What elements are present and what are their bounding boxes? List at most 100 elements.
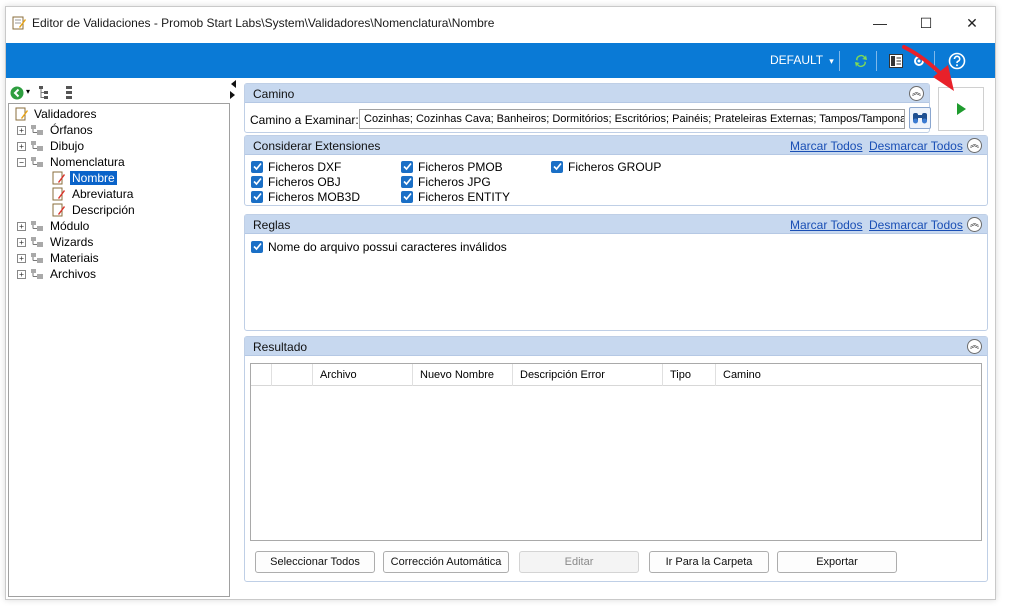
result-grid-header: Archivo Nuevo Nombre Descripción Error T… (251, 364, 981, 386)
checkbox-pmob[interactable]: Ficheros PMOB (401, 159, 503, 174)
result-header: Resultado ︽ (245, 337, 987, 356)
tree-item-nombre[interactable]: Nombre (51, 170, 117, 186)
path-label: Camino a Examinar: (250, 113, 359, 127)
folder-tree-icon (31, 253, 43, 263)
chevron-up-icon[interactable]: ︽ (967, 339, 982, 354)
mark-all-rules-link[interactable]: Marcar Todos (790, 218, 862, 232)
expand-icon[interactable]: + (17, 253, 26, 263)
app-icon (12, 16, 26, 30)
column-camino[interactable]: Camino (715, 364, 981, 386)
maximize-button[interactable]: ☐ (903, 7, 949, 39)
refresh-icon (855, 55, 867, 67)
column-descripcion-error[interactable]: Descripción Error (512, 364, 662, 386)
chevron-up-icon[interactable]: ︽ (909, 86, 924, 101)
tree-item-modulo[interactable]: + Módulo (17, 218, 91, 234)
path-input[interactable]: Cozinhas; Cozinhas Cava; Banheiros; Dorm… (359, 109, 905, 129)
close-button[interactable]: ✕ (949, 7, 995, 39)
validation-editor-window: Editor de Validaciones - Promob Start La… (5, 6, 996, 600)
title-bar: Editor de Validaciones - Promob Start La… (6, 7, 995, 39)
auto-fix-button[interactable]: Corrección Automática (383, 551, 509, 573)
checkbox-jpg[interactable]: Ficheros JPG (401, 174, 491, 189)
checkbox-obj[interactable]: Ficheros OBJ (251, 174, 341, 189)
checkbox-invalid-characters[interactable]: Nome do arquivo possui caracteres inváli… (251, 239, 507, 254)
tree-expand-icon[interactable] (38, 85, 52, 101)
expand-icon[interactable]: + (17, 269, 26, 279)
column-tipo[interactable]: Tipo (662, 364, 715, 386)
tree-collapse-icon[interactable] (64, 85, 74, 101)
folder-tree-icon (31, 157, 43, 167)
tree-toolbar: ▾ (8, 83, 240, 103)
checkbox-dxf[interactable]: Ficheros DXF (251, 159, 341, 174)
column-nuevo-nombre[interactable]: Nuevo Nombre (412, 364, 512, 386)
panel-collapse-handle[interactable] (228, 79, 238, 101)
checkmark-icon (251, 160, 263, 173)
expand-icon[interactable]: + (17, 125, 26, 135)
toolbar-separator (839, 51, 840, 71)
export-button[interactable]: Exportar (777, 551, 897, 573)
checkmark-icon (401, 190, 413, 203)
expand-icon[interactable]: + (17, 221, 26, 231)
extensions-header: Considerar Extensiones Marcar Todos Desm… (245, 136, 987, 155)
tree-item-orfanos[interactable]: + Órfanos (17, 122, 95, 138)
chevron-up-icon[interactable]: ︽ (967, 138, 982, 153)
play-icon (957, 103, 966, 115)
help-icon (948, 52, 966, 70)
chevron-down-icon[interactable]: ▾ (26, 87, 30, 96)
select-all-button[interactable]: Seleccionar Todos (255, 551, 375, 573)
tree-item-wizards[interactable]: + Wizards (17, 234, 95, 250)
help-button[interactable] (947, 51, 967, 71)
toolbar-separator (876, 51, 877, 71)
tree-item-descripcion[interactable]: Descripción (51, 202, 137, 218)
validator-icon (52, 187, 65, 201)
close-icon: ✕ (966, 14, 978, 31)
back-icon[interactable] (10, 86, 24, 100)
folder-tree-icon (31, 125, 43, 135)
result-grid[interactable]: Archivo Nuevo Nombre Descripción Error T… (250, 363, 982, 541)
mark-all-extensions-link[interactable]: Marcar Todos (790, 139, 862, 153)
chevron-down-icon: ▾ (829, 56, 834, 66)
rules-panel: Reglas Marcar Todos Desmarcar Todos ︽ No… (244, 214, 988, 331)
chevron-up-icon[interactable]: ︽ (967, 217, 982, 232)
go-to-folder-button[interactable]: Ir Para la Carpeta (649, 551, 769, 573)
toolbar-separator (934, 51, 935, 71)
tree-item-validadores[interactable]: Validadores (13, 106, 98, 122)
tree-item-dibujo[interactable]: + Dibujo (17, 138, 86, 154)
refresh-button[interactable] (851, 51, 871, 71)
layout-button[interactable] (886, 51, 906, 71)
minimize-button[interactable]: — (857, 7, 903, 39)
checkmark-icon (251, 175, 263, 188)
column-archivo[interactable]: Archivo (312, 364, 412, 386)
camino-header: Camino ︽ (245, 84, 929, 103)
checkbox-entity[interactable]: Ficheros ENTITY (401, 189, 510, 204)
binoculars-icon (913, 113, 927, 124)
unmark-all-rules-link[interactable]: Desmarcar Todos (869, 218, 963, 232)
checkmark-icon (251, 240, 263, 253)
collapse-icon[interactable]: − (17, 157, 26, 167)
maximize-icon: ☐ (919, 14, 933, 31)
browse-button[interactable] (909, 107, 931, 129)
expand-icon[interactable]: + (17, 237, 26, 247)
run-validation-button[interactable] (938, 87, 984, 131)
result-panel: Resultado ︽ Archivo Nuevo Nombre Descrip… (244, 336, 988, 582)
row-icon-column (271, 364, 312, 386)
checkbox-group[interactable]: Ficheros GROUP (551, 159, 661, 174)
unmark-all-extensions-link[interactable]: Desmarcar Todos (869, 139, 963, 153)
extensions-title: Considerar Extensiones (253, 139, 381, 153)
extensions-panel: Considerar Extensiones Marcar Todos Desm… (244, 135, 988, 206)
checkmark-icon (401, 175, 413, 188)
tree-item-archivos[interactable]: + Archivos (17, 266, 98, 282)
settings-button[interactable] (909, 51, 929, 71)
tree-item-nomenclatura[interactable]: − Nomenclatura (17, 154, 127, 170)
folder-tree-icon (31, 269, 43, 279)
profile-dropdown[interactable]: DEFAULT ▾ (770, 53, 834, 67)
checkmark-icon (551, 160, 563, 173)
tree-item-abreviatura[interactable]: Abreviatura (51, 186, 135, 202)
main-toolbar: DEFAULT ▾ (6, 43, 995, 78)
tree-item-materiais[interactable]: + Materiais (17, 250, 101, 266)
edit-button[interactable]: Editar (519, 551, 639, 573)
row-select-column (251, 364, 271, 386)
expand-icon[interactable]: + (17, 141, 26, 151)
validator-icon (52, 203, 65, 217)
checkbox-mob3d[interactable]: Ficheros MOB3D (251, 189, 360, 204)
window-title: Editor de Validaciones - Promob Start La… (32, 16, 495, 30)
